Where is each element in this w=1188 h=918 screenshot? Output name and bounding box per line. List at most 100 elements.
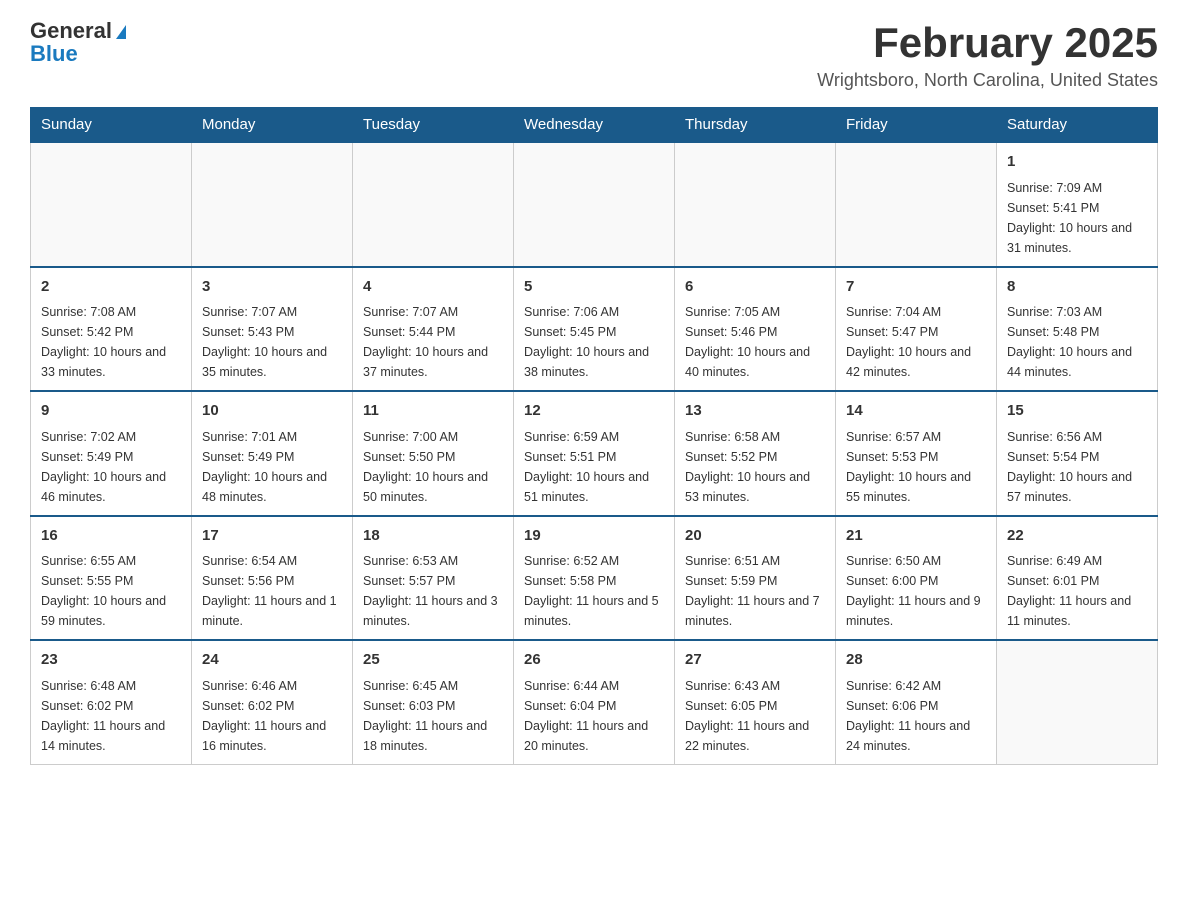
day-info: Sunrise: 7:06 AMSunset: 5:45 PMDaylight:… <box>524 302 664 382</box>
day-cell: 3 Sunrise: 7:07 AMSunset: 5:43 PMDaylight… <box>192 267 353 392</box>
logo-general-text: General <box>30 18 112 43</box>
day-number: 25 <box>363 649 503 672</box>
day-info: Sunrise: 6:56 AMSunset: 5:54 PMDaylight:… <box>1007 427 1147 507</box>
day-info: Sunrise: 7:01 AMSunset: 5:49 PMDaylight:… <box>202 427 342 507</box>
day-cell: 12Sunrise: 6:59 AMSunset: 5:51 PMDayligh… <box>514 391 675 516</box>
day-cell: 26 Sunrise: 6:44 AMSunset: 6:04 PMDayligh… <box>514 640 675 764</box>
day-cell: 15 Sunrise: 6:56 AMSunset: 5:54 PMDayligh… <box>997 391 1158 516</box>
day-number: 4 <box>363 276 503 299</box>
day-number: 14 <box>846 400 986 423</box>
day-cell: 18 Sunrise: 6:53 AMSunset: 5:57 PMDayligh… <box>353 516 514 641</box>
day-number: 13 <box>685 400 825 423</box>
logo-triangle-icon <box>116 25 126 39</box>
day-cell: 25 Sunrise: 6:45 AMSunset: 6:03 PMDayligh… <box>353 640 514 764</box>
day-cell <box>997 640 1158 764</box>
day-number: 2 <box>41 276 181 299</box>
day-cell: 19 Sunrise: 6:52 AMSunset: 5:58 PMDayligh… <box>514 516 675 641</box>
day-cell <box>192 142 353 267</box>
day-info: Sunrise: 6:42 AMSunset: 6:06 PMDaylight:… <box>846 676 986 756</box>
day-cell: 7 Sunrise: 7:04 AMSunset: 5:47 PMDaylight… <box>836 267 997 392</box>
day-info: Sunrise: 7:07 AMSunset: 5:43 PMDaylight:… <box>202 302 342 382</box>
day-info: Sunrise: 6:49 AMSunset: 6:01 PMDaylight:… <box>1007 551 1147 631</box>
day-number: 10 <box>202 400 342 423</box>
logo: General Blue <box>30 20 126 65</box>
day-cell <box>514 142 675 267</box>
day-number: 20 <box>685 525 825 548</box>
day-info: Sunrise: 6:45 AMSunset: 6:03 PMDaylight:… <box>363 676 503 756</box>
logo-general-line: General <box>30 20 126 43</box>
week-row-5: 23 Sunrise: 6:48 AMSunset: 6:02 PMDayligh… <box>31 640 1158 764</box>
day-number: 17 <box>202 525 342 548</box>
day-number: 3 <box>202 276 342 299</box>
day-info: Sunrise: 6:50 AMSunset: 6:00 PMDaylight:… <box>846 551 986 631</box>
day-number: 18 <box>363 525 503 548</box>
day-info: Sunrise: 6:44 AMSunset: 6:04 PMDaylight:… <box>524 676 664 756</box>
header-saturday: Saturday <box>997 108 1158 143</box>
day-cell: 21 Sunrise: 6:50 AMSunset: 6:00 PMDayligh… <box>836 516 997 641</box>
day-number: 7 <box>846 276 986 299</box>
header-sunday: Sunday <box>31 108 192 143</box>
day-info: Sunrise: 6:58 AMSunset: 5:52 PMDaylight:… <box>685 427 825 507</box>
day-info: Sunrise: 6:53 AMSunset: 5:57 PMDaylight:… <box>363 551 503 631</box>
day-cell: 20 Sunrise: 6:51 AMSunset: 5:59 PMDayligh… <box>675 516 836 641</box>
day-info: Sunrise: 7:07 AMSunset: 5:44 PMDaylight:… <box>363 302 503 382</box>
day-number: 24 <box>202 649 342 672</box>
day-info: Sunrise: 7:03 AMSunset: 5:48 PMDaylight:… <box>1007 302 1147 382</box>
day-cell: 6 Sunrise: 7:05 AMSunset: 5:46 PMDaylight… <box>675 267 836 392</box>
day-info: Sunrise: 6:51 AMSunset: 5:59 PMDaylight:… <box>685 551 825 631</box>
day-number: 11 <box>363 400 503 423</box>
weekday-header-row: Sunday Monday Tuesday Wednesday Thursday… <box>31 108 1158 143</box>
day-cell: 14 Sunrise: 6:57 AMSunset: 5:53 PMDayligh… <box>836 391 997 516</box>
day-number: 16 <box>41 525 181 548</box>
day-cell <box>675 142 836 267</box>
day-info: Sunrise: 7:08 AMSunset: 5:42 PMDaylight:… <box>41 302 181 382</box>
day-info: Sunrise: 7:00 AMSunset: 5:50 PMDaylight:… <box>363 427 503 507</box>
day-number: 6 <box>685 276 825 299</box>
day-info: Sunrise: 7:02 AMSunset: 5:49 PMDaylight:… <box>41 427 181 507</box>
week-row-4: 16Sunrise: 6:55 AMSunset: 5:55 PMDayligh… <box>31 516 1158 641</box>
day-cell: 16Sunrise: 6:55 AMSunset: 5:55 PMDayligh… <box>31 516 192 641</box>
day-info: Sunrise: 6:52 AMSunset: 5:58 PMDaylight:… <box>524 551 664 631</box>
day-info: Sunrise: 7:04 AMSunset: 5:47 PMDaylight:… <box>846 302 986 382</box>
header-wednesday: Wednesday <box>514 108 675 143</box>
header-thursday: Thursday <box>675 108 836 143</box>
calendar-table: Sunday Monday Tuesday Wednesday Thursday… <box>30 107 1158 765</box>
day-info: Sunrise: 7:09 AMSunset: 5:41 PMDaylight:… <box>1007 178 1147 258</box>
day-number: 9 <box>41 400 181 423</box>
header-friday: Friday <box>836 108 997 143</box>
header-tuesday: Tuesday <box>353 108 514 143</box>
day-cell: 10 Sunrise: 7:01 AMSunset: 5:49 PMDayligh… <box>192 391 353 516</box>
day-info: Sunrise: 7:05 AMSunset: 5:46 PMDaylight:… <box>685 302 825 382</box>
day-cell: 2 Sunrise: 7:08 AMSunset: 5:42 PMDaylight… <box>31 267 192 392</box>
day-number: 1 <box>1007 151 1147 174</box>
day-number: 15 <box>1007 400 1147 423</box>
day-info: Sunrise: 6:48 AMSunset: 6:02 PMDaylight:… <box>41 676 181 756</box>
day-number: 12 <box>524 400 664 423</box>
title-block: February 2025 Wrightsboro, North Carolin… <box>817 20 1158 91</box>
day-cell <box>31 142 192 267</box>
day-cell: 22Sunrise: 6:49 AMSunset: 6:01 PMDayligh… <box>997 516 1158 641</box>
week-row-1: 1 Sunrise: 7:09 AMSunset: 5:41 PMDaylight… <box>31 142 1158 267</box>
day-number: 21 <box>846 525 986 548</box>
day-number: 28 <box>846 649 986 672</box>
page-header: General Blue February 2025 Wrightsboro, … <box>30 20 1158 91</box>
day-cell: 13 Sunrise: 6:58 AMSunset: 5:52 PMDayligh… <box>675 391 836 516</box>
day-number: 23 <box>41 649 181 672</box>
day-number: 26 <box>524 649 664 672</box>
day-cell: 8 Sunrise: 7:03 AMSunset: 5:48 PMDaylight… <box>997 267 1158 392</box>
logo-blue-text: Blue <box>30 43 78 65</box>
day-cell: 24Sunrise: 6:46 AMSunset: 6:02 PMDayligh… <box>192 640 353 764</box>
day-info: Sunrise: 6:43 AMSunset: 6:05 PMDaylight:… <box>685 676 825 756</box>
header-monday: Monday <box>192 108 353 143</box>
day-cell: 11 Sunrise: 7:00 AMSunset: 5:50 PMDayligh… <box>353 391 514 516</box>
day-number: 8 <box>1007 276 1147 299</box>
day-number: 19 <box>524 525 664 548</box>
day-cell <box>353 142 514 267</box>
day-info: Sunrise: 6:54 AMSunset: 5:56 PMDaylight:… <box>202 551 342 631</box>
day-cell: 23 Sunrise: 6:48 AMSunset: 6:02 PMDayligh… <box>31 640 192 764</box>
day-cell: 17 Sunrise: 6:54 AMSunset: 5:56 PMDayligh… <box>192 516 353 641</box>
week-row-2: 2 Sunrise: 7:08 AMSunset: 5:42 PMDaylight… <box>31 267 1158 392</box>
day-info: Sunrise: 6:57 AMSunset: 5:53 PMDaylight:… <box>846 427 986 507</box>
day-number: 5 <box>524 276 664 299</box>
day-cell: 5 Sunrise: 7:06 AMSunset: 5:45 PMDaylight… <box>514 267 675 392</box>
